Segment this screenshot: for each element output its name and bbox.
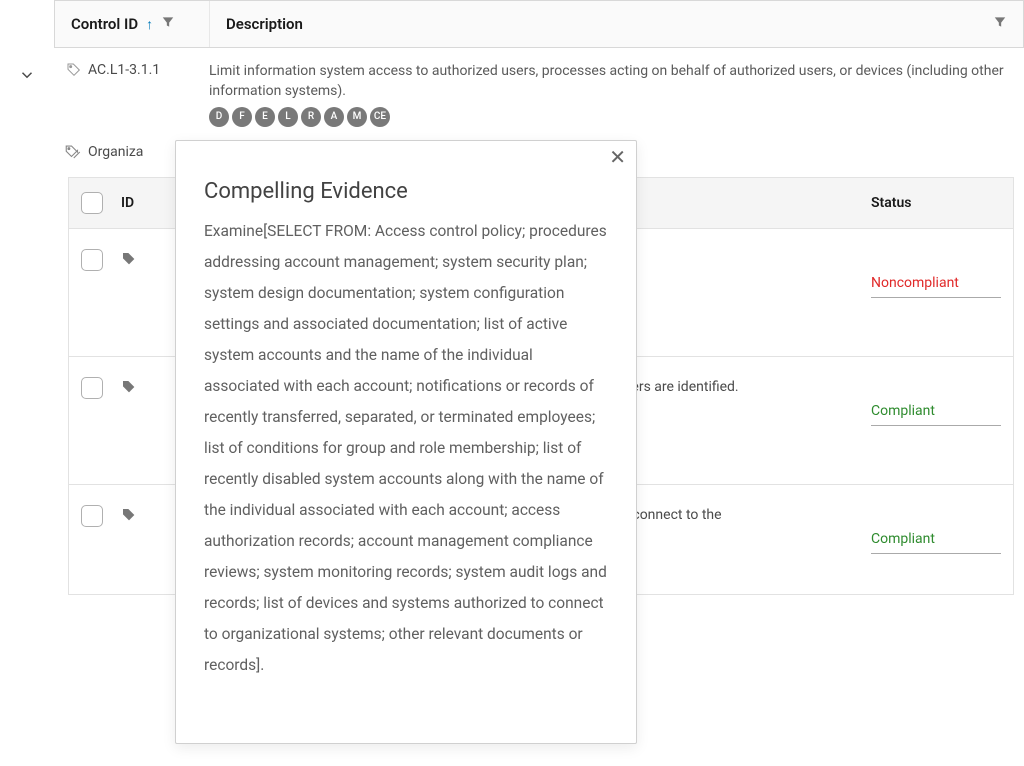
filter-icon[interactable]: [161, 15, 175, 33]
control-id-cell: AC.L1-3.1.1: [54, 62, 209, 127]
header-description-label: Description: [226, 15, 303, 33]
badge[interactable]: CE: [370, 107, 390, 127]
expand-toggle[interactable]: [0, 62, 54, 127]
control-description-cell: Limit information system access to autho…: [209, 62, 1024, 127]
badge[interactable]: L: [278, 107, 298, 127]
sort-ascending-icon[interactable]: ↑: [146, 16, 153, 33]
select-all-checkbox[interactable]: [81, 192, 103, 214]
close-icon[interactable]: ✕: [609, 147, 626, 167]
badge[interactable]: M: [347, 107, 367, 127]
control-description-text: Limit information system access to autho…: [209, 62, 1008, 101]
header-control-id[interactable]: Control ID ↑: [55, 1, 210, 47]
status-badge[interactable]: Noncompliant: [871, 249, 1001, 298]
badge[interactable]: D: [209, 107, 229, 127]
tag-icon: [66, 62, 82, 78]
chevron-down-icon: [18, 66, 36, 84]
organization-label: Organiza: [88, 144, 143, 160]
grid-header: Control ID ↑ Description: [54, 0, 1024, 48]
badge[interactable]: F: [232, 107, 252, 127]
inner-header-status[interactable]: Status: [871, 195, 1001, 211]
badge[interactable]: E: [255, 107, 275, 127]
evidence-popover: ✕ Compelling Evidence Examine[SELECT FRO…: [175, 140, 637, 744]
control-row: AC.L1-3.1.1 Limit information system acc…: [0, 48, 1024, 133]
row-checkbox[interactable]: [81, 505, 103, 527]
status-badge[interactable]: Compliant: [871, 505, 1001, 554]
tag-icon: [121, 251, 137, 267]
badge[interactable]: R: [301, 107, 321, 127]
badge-row: D F E L R A M CE: [209, 107, 1008, 127]
inner-header-id[interactable]: ID: [121, 195, 179, 211]
popover-title: Compelling Evidence: [204, 179, 626, 204]
header-description[interactable]: Description: [210, 1, 1023, 47]
badge[interactable]: A: [324, 107, 344, 127]
tag-icon: [121, 507, 137, 523]
popover-body: Examine[SELECT FROM: Access control poli…: [204, 216, 626, 744]
tags-icon: [64, 143, 82, 161]
control-id-text: AC.L1-3.1.1: [88, 62, 160, 78]
row-checkbox[interactable]: [81, 249, 103, 271]
tag-icon: [121, 379, 137, 395]
filter-icon[interactable]: [993, 15, 1007, 33]
status-badge[interactable]: Compliant: [871, 377, 1001, 426]
header-control-id-label: Control ID: [71, 15, 138, 33]
row-checkbox[interactable]: [81, 377, 103, 399]
